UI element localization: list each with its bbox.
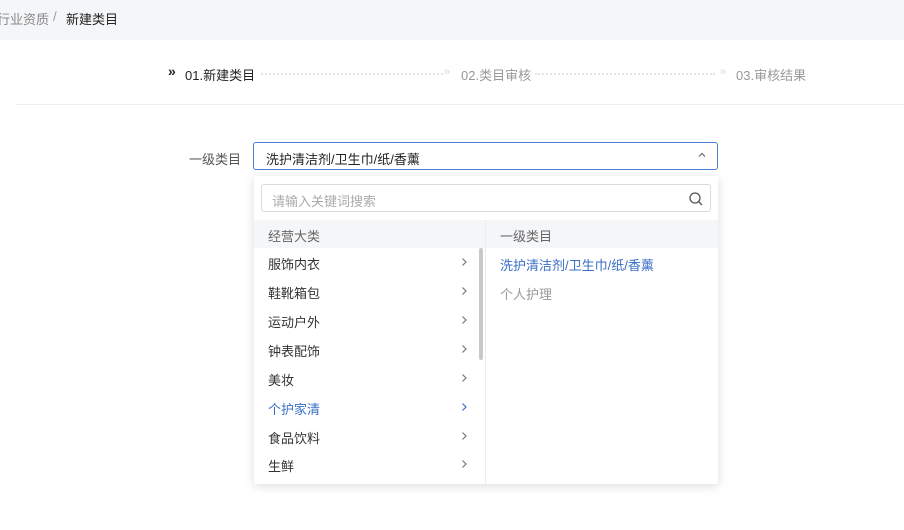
category-item-label: 美妆 — [268, 373, 295, 388]
breadcrumb-bar: 行业资质 / 新建类目 — [0, 0, 904, 40]
chevron-right-icon — [462, 460, 467, 468]
chevron-right-icon — [462, 345, 467, 353]
step-indicator: » 01.新建类目 » 02.类目审核 » 03.审核结果 — [0, 60, 904, 90]
select-value: 洗护清洁剂/卫生巾/纸/香薰 — [266, 152, 420, 167]
chevron-right-icon — [462, 403, 467, 411]
subcategory-item-disabled: 个人护理 — [500, 287, 553, 302]
search-placeholder: 请输入关键词搜索 — [272, 194, 377, 209]
chevron-right-icon — [462, 316, 467, 324]
category-item[interactable]: 鞋靴箱包 — [254, 277, 476, 305]
scrollbar-thumb[interactable] — [479, 248, 483, 360]
category-item-label: 鞋靴箱包 — [268, 286, 321, 301]
category-item-label: 食品饮料 — [268, 431, 321, 446]
step-3-marker-icon: » — [720, 66, 727, 78]
category-item-label: 运动户外 — [268, 315, 321, 330]
category-search-input[interactable]: 请输入关键词搜索 — [261, 184, 711, 212]
business-category-column: 经营大类 服饰内衣 鞋靴箱包 运动户外 钟表配饰 美妆 个护家清 食品饮料 生鲜 — [254, 220, 485, 484]
level1-category-column: 一级类目 洗护清洁剂/卫生巾/纸/香薰 个人护理 — [486, 220, 718, 484]
chevron-right-icon — [462, 287, 467, 295]
category-item[interactable]: 食品饮料 — [254, 422, 476, 450]
category-level1-select[interactable]: 洗护清洁剂/卫生巾/纸/香薰 — [253, 142, 718, 170]
category-item[interactable]: 生鲜 — [254, 450, 476, 478]
subcategory-item-selected[interactable]: 洗护清洁剂/卫生巾/纸/香薰 — [500, 255, 654, 274]
breadcrumb-separator: / — [53, 9, 57, 24]
step-2-label: 02.类目审核 — [461, 68, 532, 83]
breadcrumb-item-industry-qualification[interactable]: 行业资质 — [0, 9, 49, 28]
step-connector — [535, 73, 715, 75]
category-item-label: 钟表配饰 — [268, 344, 321, 359]
category-item[interactable]: 美妆 — [254, 364, 476, 392]
category-item[interactable]: 钟表配饰 — [254, 335, 476, 363]
category-item-label: 个护家清 — [268, 402, 321, 417]
category-item-label: 服饰内衣 — [268, 257, 321, 272]
step-3-label: 03.审核结果 — [736, 68, 807, 83]
category-dropdown-panel: 请输入关键词搜索 经营大类 服饰内衣 鞋靴箱包 运动户外 钟表配饰 美妆 个护家… — [254, 176, 718, 484]
category-item[interactable]: 服饰内衣 — [254, 248, 476, 276]
category-item-label: 生鲜 — [268, 459, 295, 474]
chevron-right-icon — [462, 432, 467, 440]
category-item[interactable]: 运动户外 — [254, 306, 476, 334]
level1-category-header: 一级类目 — [486, 220, 718, 248]
step-connector — [261, 73, 443, 75]
step-2-marker-icon: » — [444, 66, 451, 78]
breadcrumb-current: 新建类目 — [66, 12, 119, 27]
category-level1-label: 一级类目 — [189, 152, 242, 167]
category-item-active[interactable]: 个护家清 — [254, 393, 476, 421]
active-step-marker-icon: » — [168, 63, 176, 79]
business-category-header: 经营大类 — [254, 220, 485, 248]
chevron-right-icon — [462, 258, 467, 266]
section-divider — [16, 104, 904, 105]
step-1-label: 01.新建类目 — [185, 68, 256, 83]
chevron-up-icon — [698, 152, 706, 157]
search-icon[interactable] — [688, 191, 704, 207]
chevron-right-icon — [462, 374, 467, 382]
